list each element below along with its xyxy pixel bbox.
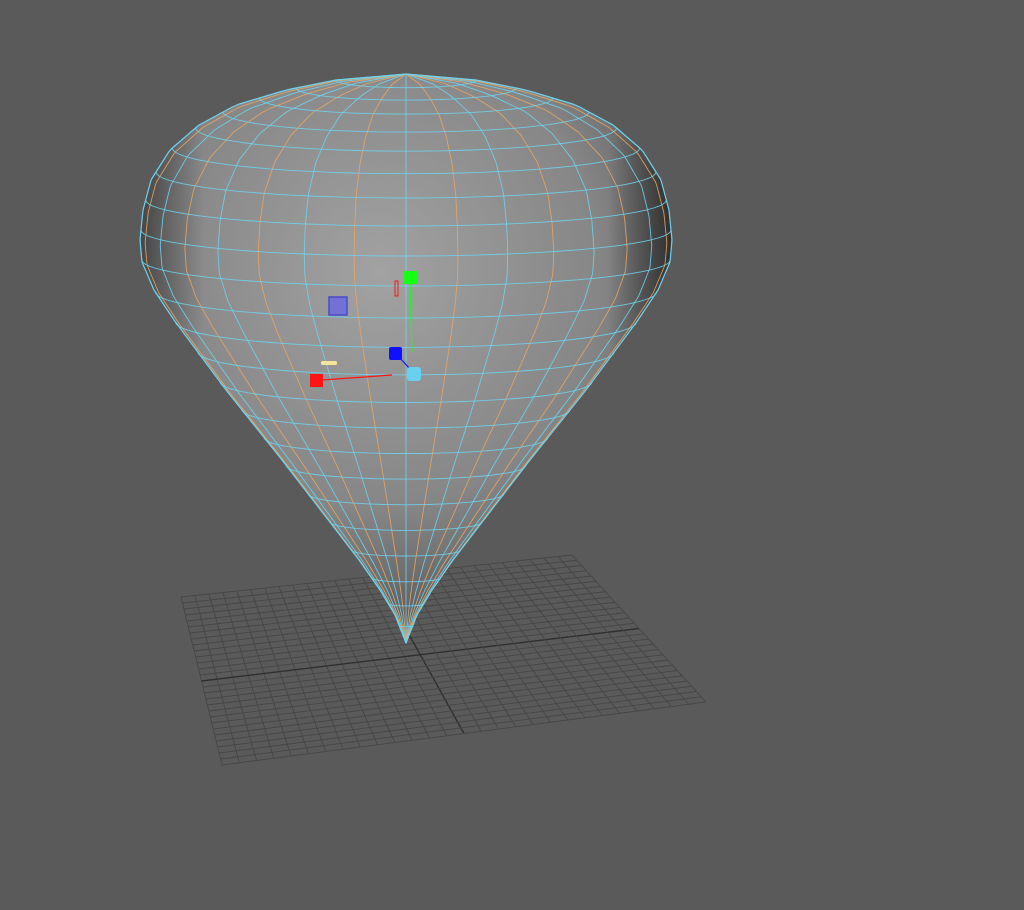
grid-line — [216, 680, 687, 742]
manipulator-xy-plane-handle[interactable] — [328, 296, 348, 316]
manipulator-center-handle[interactable] — [407, 367, 421, 381]
manipulator-z-axis-handle[interactable] — [389, 347, 402, 360]
grid-line — [543, 557, 672, 707]
grid-line — [221, 701, 707, 766]
grid-line — [214, 675, 683, 736]
scene-canvas[interactable] — [0, 0, 1024, 910]
grid-line — [213, 670, 678, 730]
manipulator-x-axis-handle[interactable] — [310, 374, 323, 387]
balloon-mesh[interactable] — [139, 73, 673, 645]
3d-viewport[interactable] — [0, 0, 1024, 910]
grid-line — [220, 696, 702, 760]
ground-grid — [180, 554, 707, 766]
manipulator-y-axis-handle[interactable] — [404, 271, 417, 284]
manipulator-highlight-marker — [321, 361, 337, 365]
